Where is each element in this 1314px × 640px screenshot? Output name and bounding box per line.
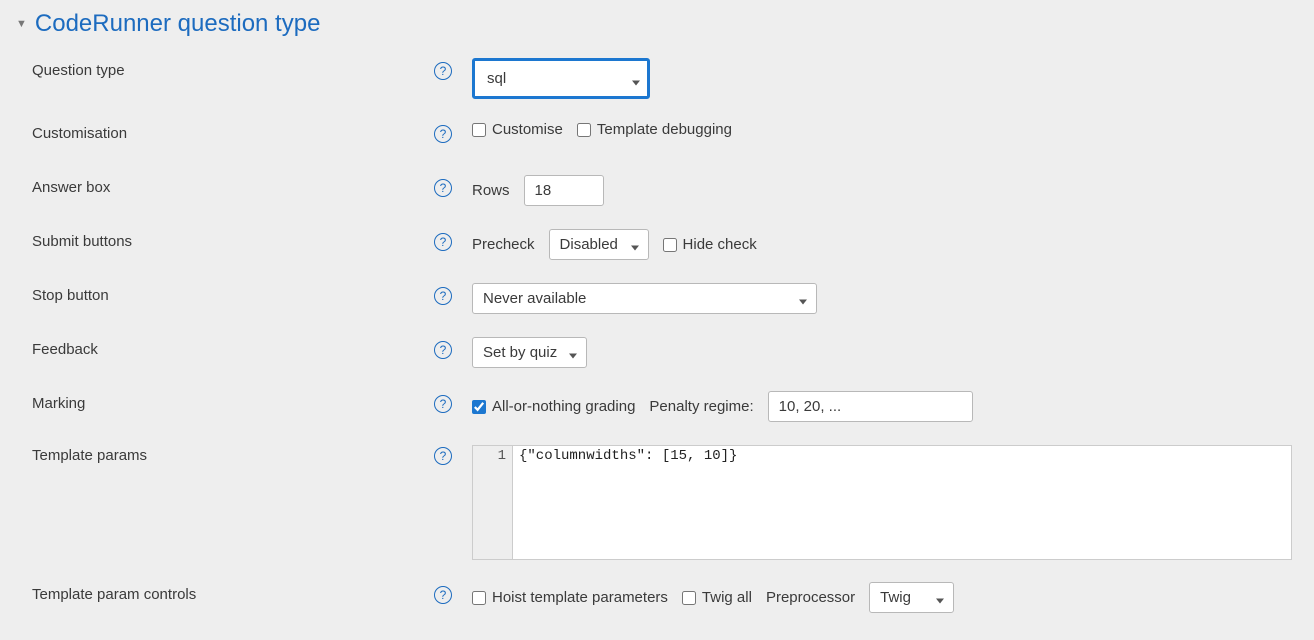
label-submit-buttons: Submit buttons (32, 233, 132, 250)
help-icon[interactable]: ? (434, 233, 452, 251)
template-debugging-checkbox-wrap[interactable]: Template debugging (577, 121, 732, 138)
code-body[interactable]: {"columnwidths": [15, 10]} (513, 446, 1291, 559)
help-icon[interactable]: ? (434, 341, 452, 359)
rows-label: Rows (472, 182, 510, 199)
code-gutter: 1 (473, 446, 513, 559)
row-question-type: Question type ? sql (16, 58, 1314, 99)
row-answer-box: Answer box ? Rows (16, 175, 1314, 207)
hide-check-checkbox[interactable] (663, 238, 677, 252)
customise-checkbox-label: Customise (492, 121, 563, 138)
customise-checkbox[interactable] (472, 123, 486, 137)
label-marking: Marking (32, 395, 85, 412)
row-template-params: Template params ? 1 {"columnwidths": [15… (16, 445, 1314, 560)
help-icon[interactable]: ? (434, 447, 452, 465)
customise-checkbox-wrap[interactable]: Customise (472, 121, 563, 138)
all-or-nothing-checkbox-label: All-or-nothing grading (492, 398, 635, 415)
all-or-nothing-checkbox-wrap[interactable]: All-or-nothing grading (472, 398, 635, 415)
section-header[interactable]: ▼ CodeRunner question type (16, 10, 1314, 38)
label-feedback: Feedback (32, 341, 98, 358)
hoist-checkbox[interactable] (472, 591, 486, 605)
help-icon[interactable]: ? (434, 62, 452, 80)
label-answer-box: Answer box (32, 179, 110, 196)
row-feedback: Feedback ? Set by quiz (16, 337, 1314, 369)
help-icon[interactable]: ? (434, 125, 452, 143)
help-icon[interactable]: ? (434, 586, 452, 604)
row-stop-button: Stop button ? Never available (16, 283, 1314, 315)
preprocessor-label: Preprocessor (766, 589, 855, 606)
label-question-type: Question type (32, 62, 125, 79)
twig-all-checkbox-label: Twig all (702, 589, 752, 606)
label-template-param-controls: Template param controls (32, 586, 196, 603)
label-customisation: Customisation (32, 125, 127, 142)
row-marking: Marking ? All-or-nothing grading Penalty… (16, 391, 1314, 423)
twig-all-checkbox-wrap[interactable]: Twig all (682, 589, 752, 606)
row-customisation: Customisation ? Customise Template debug… (16, 121, 1314, 153)
penalty-regime-label: Penalty regime: (649, 398, 753, 415)
preprocessor-select[interactable]: Twig (869, 582, 954, 613)
help-icon[interactable]: ? (434, 395, 452, 413)
label-stop-button: Stop button (32, 287, 109, 304)
penalty-regime-input[interactable] (768, 391, 973, 422)
help-icon[interactable]: ? (434, 287, 452, 305)
hide-check-checkbox-wrap[interactable]: Hide check (663, 236, 757, 253)
template-debugging-checkbox[interactable] (577, 123, 591, 137)
twig-all-checkbox[interactable] (682, 591, 696, 605)
question-type-select[interactable]: sql (472, 58, 650, 99)
hoist-checkbox-label: Hoist template parameters (492, 589, 668, 606)
row-template-param-controls: Template param controls ? Hoist template… (16, 582, 1314, 614)
all-or-nothing-checkbox[interactable] (472, 400, 486, 414)
feedback-select[interactable]: Set by quiz (472, 337, 587, 368)
row-submit-buttons: Submit buttons ? Precheck Disabled Hide … (16, 229, 1314, 261)
label-template-params: Template params (32, 447, 147, 464)
stop-button-select[interactable]: Never available (472, 283, 817, 314)
template-params-editor[interactable]: 1 {"columnwidths": [15, 10]} (472, 445, 1292, 560)
section-title: CodeRunner question type (35, 10, 321, 38)
rows-input[interactable] (524, 175, 604, 206)
help-icon[interactable]: ? (434, 179, 452, 197)
collapse-icon: ▼ (16, 18, 27, 30)
precheck-label: Precheck (472, 236, 535, 253)
hoist-checkbox-wrap[interactable]: Hoist template parameters (472, 589, 668, 606)
precheck-select[interactable]: Disabled (549, 229, 649, 260)
template-debugging-checkbox-label: Template debugging (597, 121, 732, 138)
hide-check-checkbox-label: Hide check (683, 236, 757, 253)
